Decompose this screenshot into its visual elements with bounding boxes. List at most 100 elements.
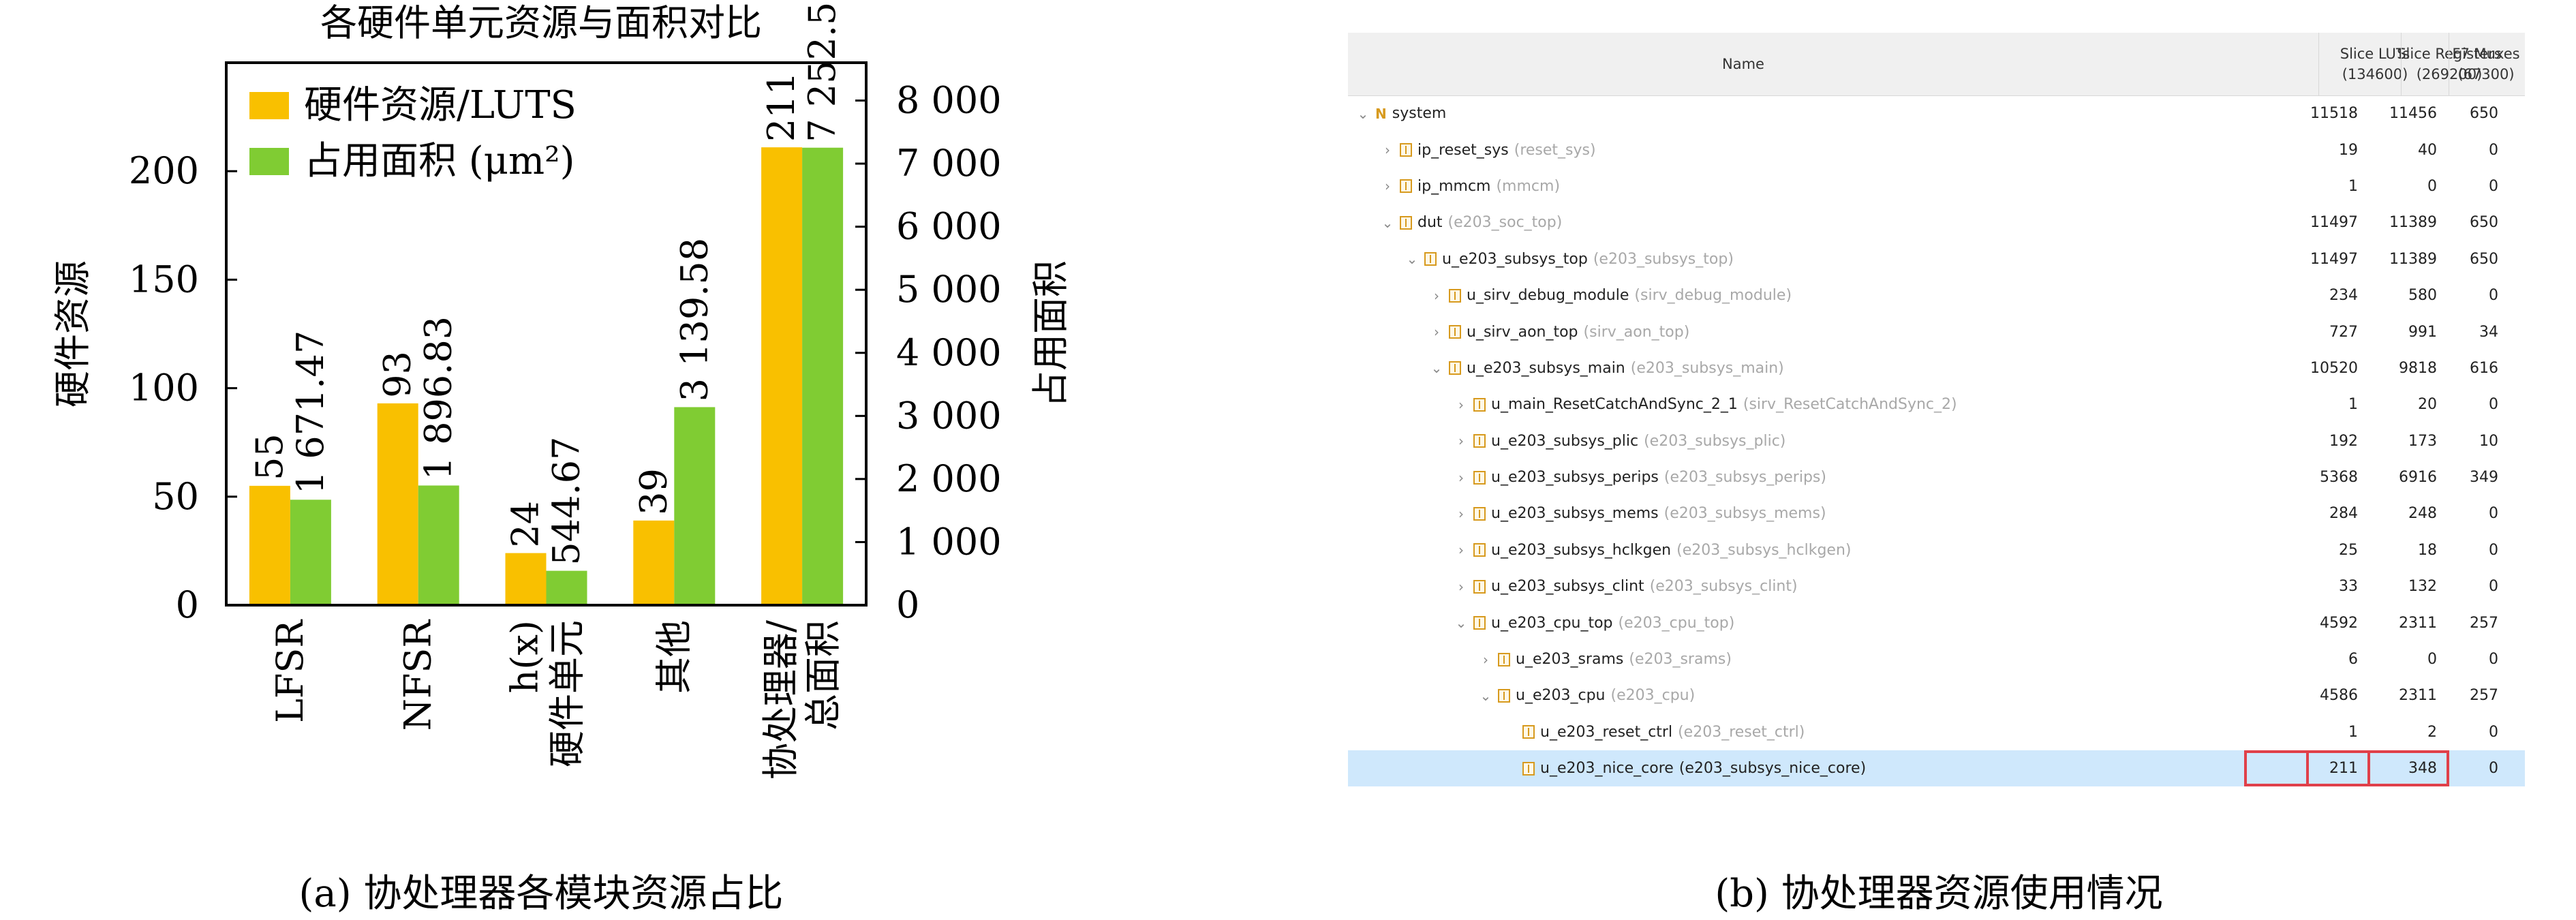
hierarchy-cell: ⌄ u_e203_subsys_main (e203_subsys_main): [1428, 350, 1784, 386]
hierarchy-cell: › u_e203_srams (e203_srams): [1477, 641, 1732, 677]
expand-icon[interactable]: ›: [1453, 433, 1469, 449]
table-row[interactable]: › u_sirv_aon_top (sirv_aon_top) 727 991 34: [1348, 313, 2525, 350]
collapse-icon[interactable]: ⌄: [1379, 215, 1396, 231]
collapse-icon[interactable]: ⌄: [1355, 106, 1371, 122]
hierarchy-cell: u_e203_reset_ctrl (e203_reset_ctrl): [1502, 714, 1805, 750]
module-icon: [1449, 288, 1461, 303]
table-row[interactable]: ⌄ u_e203_subsys_top (e203_subsys_top) 11497…: [1348, 241, 2525, 277]
f7-cell: 0: [2489, 760, 2498, 778]
f7-cell: 34: [2479, 323, 2498, 341]
expand-icon[interactable]: ›: [1379, 142, 1396, 158]
bar-label-luts: 24: [504, 501, 547, 548]
instance-name: u_main_ResetCatchAndSync_2_1: [1491, 396, 1738, 414]
bar-label-luts: 93: [376, 351, 419, 398]
caption-b: (b) 协处理器资源使用情况: [1715, 872, 2162, 916]
category-label: LFSR: [269, 619, 311, 723]
bar-label-area: 1 896.83: [417, 316, 460, 480]
module-icon: [1449, 361, 1461, 375]
module-icon: [1473, 434, 1486, 448]
table-row[interactable]: u_e203_nice_core (e203_subsys_nice_core) 2…: [1348, 750, 2525, 787]
table-row[interactable]: › u_e203_srams (e203_srams) 6 0 0: [1348, 641, 2525, 677]
y-tick-label-right: 8 000: [896, 79, 1002, 122]
bar-label-area: 544.67: [545, 437, 588, 566]
expand-icon[interactable]: ›: [1453, 506, 1469, 522]
instance-name: u_e203_subsys_top: [1442, 250, 1588, 268]
f7-cell: 257: [2470, 687, 2498, 705]
table-row[interactable]: ⌄ u_e203_cpu_top (e203_cpu_top) 4592 2311 257: [1348, 604, 2525, 641]
bar-chart: 各硬件单元资源与面积对比 硬件资源 占用面积 551 671.47 931 896…: [51, 0, 1072, 916]
category-label: 协处理器/: [759, 619, 802, 780]
instance-name: u_e203_subsys_hclkgen: [1491, 541, 1672, 559]
f7-cell: 0: [2489, 396, 2498, 414]
category-label: NFSR: [397, 619, 440, 731]
module-name: (e203_reset_ctrl): [1678, 723, 1805, 741]
module-name: (sirv_ResetCatchAndSync_2): [1743, 396, 1957, 414]
expand-icon[interactable]: ›: [1379, 178, 1396, 194]
column-header[interactable]: Name: [1402, 33, 2084, 95]
table-row[interactable]: › ip_mmcm (mmcm) 1 0 0: [1348, 168, 2525, 204]
expand-icon[interactable]: ›: [1477, 651, 1494, 668]
hierarchy-cell: ⌄ u_e203_cpu_top (e203_cpu_top): [1453, 604, 1735, 641]
bar-luts: [761, 147, 803, 605]
bar-luts: [249, 485, 290, 605]
expand-icon[interactable]: ›: [1453, 397, 1469, 413]
y-tick-label-left: 100: [129, 367, 199, 410]
table-row[interactable]: ⌄ u_e203_cpu (e203_cpu) 4586 2311 257: [1348, 677, 2525, 714]
bar-label-luts: 39: [632, 468, 675, 515]
table-row[interactable]: ⌄ Nsystem 11518 11456 650: [1348, 95, 2525, 132]
table-row[interactable]: › u_e203_subsys_mems (e203_subsys_mems) 284…: [1348, 495, 2525, 532]
module-icon: [1522, 761, 1535, 776]
legend-swatch: [249, 92, 289, 119]
module-name: (sirv_debug_module): [1634, 287, 1792, 305]
module-icon: [1473, 506, 1486, 521]
module-icon: [1400, 143, 1412, 157]
table-row[interactable]: ⌄ dut (e203_soc_top) 11497 11389 650: [1348, 204, 2525, 241]
module-icon: [1400, 215, 1412, 230]
f7-cell: 257: [2470, 614, 2498, 632]
y-tick-label-right: 2 000: [896, 457, 1002, 500]
expand-icon[interactable]: ›: [1428, 288, 1445, 304]
expand-icon[interactable]: ›: [1453, 542, 1469, 558]
bar-area: [290, 500, 331, 605]
hierarchy-cell: › u_sirv_debug_module (sirv_debug_module): [1428, 277, 1792, 313]
collapse-icon[interactable]: ⌄: [1428, 360, 1445, 376]
module-icon: [1424, 252, 1437, 266]
table-row[interactable]: › ip_reset_sys (reset_sys) 19 40 0: [1348, 132, 2525, 168]
hierarchy-cell: u_e203_nice_core (e203_subsys_nice_core): [1502, 750, 1866, 786]
y-tick-label-right: 0: [896, 583, 919, 626]
collapse-icon[interactable]: ⌄: [1404, 251, 1420, 267]
module-name: (e203_subsys_perips): [1663, 469, 1826, 487]
category-label: 总面积: [801, 620, 844, 731]
y-axis-label-left: 硬件资源: [51, 260, 94, 408]
expand-icon[interactable]: ›: [1453, 470, 1469, 486]
table-row[interactable]: › u_e203_subsys_perips (e203_subsys_perips…: [1348, 459, 2525, 495]
instance-name: u_e203_cpu: [1516, 687, 1606, 705]
collapse-icon[interactable]: ⌄: [1477, 688, 1494, 704]
column-header[interactable]: F7 Muxes (67300): [2445, 33, 2527, 95]
column-title: Name: [1722, 56, 1764, 72]
bar-label-luts: 211: [760, 72, 803, 142]
table-row[interactable]: › u_e203_subsys_hclkgen (e203_subsys_hclkg…: [1348, 532, 2525, 568]
table-row[interactable]: › u_sirv_debug_module (sirv_debug_module) 2…: [1348, 277, 2525, 313]
f7-cell: 0: [2489, 141, 2498, 159]
module-name: (e203_subsys_mems): [1663, 505, 1826, 523]
category-label: h(x): [504, 620, 547, 693]
table-row[interactable]: › u_e203_subsys_clint (e203_subsys_clint) 3…: [1348, 568, 2525, 604]
instance-name: u_e203_subsys_perips: [1491, 469, 1659, 487]
legend: 硬件资源/LUTS 占用面积 (μm²): [249, 83, 577, 183]
y-tick-label-right: 6 000: [896, 205, 1002, 248]
column-capacity: (67300): [2457, 66, 2515, 82]
expand-icon[interactable]: ›: [1428, 324, 1445, 340]
table-row[interactable]: ⌄ u_e203_subsys_main (e203_subsys_main) 105…: [1348, 350, 2525, 386]
expand-icon[interactable]: ›: [1453, 579, 1469, 595]
table-row[interactable]: › u_e203_subsys_plic (e203_subsys_plic) 192…: [1348, 423, 2525, 459]
hierarchy-cell: › u_e203_subsys_plic (e203_subsys_plic): [1453, 423, 1785, 459]
hierarchy-cell: › u_e203_subsys_clint (e203_subsys_clint): [1453, 568, 1798, 604]
table-row[interactable]: u_e203_reset_ctrl (e203_reset_ctrl) 1 2 0: [1348, 714, 2525, 750]
table-row[interactable]: › u_main_ResetCatchAndSync_2_1 (sirv_Reset…: [1348, 386, 2525, 423]
bar-luts: [377, 403, 418, 605]
y-axis-label-right: 占用面积: [1029, 260, 1072, 408]
collapse-icon[interactable]: ⌄: [1453, 615, 1469, 631]
instance-name: u_sirv_debug_module: [1467, 287, 1629, 305]
utilization-table: Name Slice LUTs (134600) Slice Registers (26…: [1348, 33, 2525, 789]
